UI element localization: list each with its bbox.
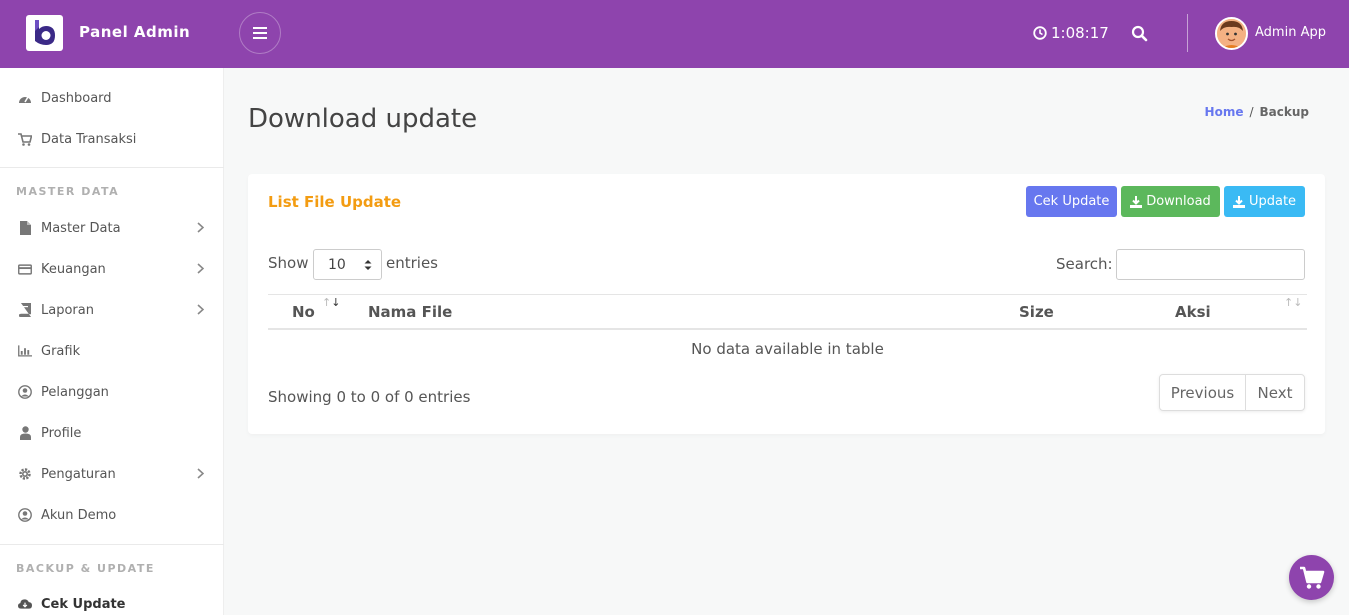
select-arrows-icon (364, 260, 372, 270)
card-title: List File Update (268, 193, 402, 211)
sidebar-item-grafik[interactable]: Grafik (0, 335, 224, 367)
table-header: No ↑↓ Nama File Size Aksi ↑↓ (268, 294, 1307, 330)
sidebar-item-pelanggan[interactable]: Pelanggan (0, 376, 224, 408)
sidebar-item-pengaturan[interactable]: Pengaturan (0, 458, 224, 490)
sidebar-item-label: Pelanggan (41, 384, 109, 400)
header-divider (1187, 14, 1188, 52)
breadcrumb-home-link[interactable]: Home (1205, 105, 1244, 119)
previous-page-button[interactable]: Previous (1160, 375, 1246, 410)
show-label: Show (268, 254, 309, 272)
breadcrumb: Home / Backup (1205, 105, 1309, 119)
sidebar-item-cek-update[interactable]: Cek Update (0, 588, 224, 615)
sidebar-item-akun-demo[interactable]: Akun Demo (0, 499, 224, 531)
column-header-no[interactable]: No (292, 303, 315, 321)
page-length-select[interactable]: 10 (313, 249, 382, 280)
cart-fab-button[interactable] (1289, 555, 1334, 600)
empty-table-message: No data available in table (691, 340, 884, 358)
clock-time: 1:08:17 (1051, 24, 1109, 42)
credit-card-icon (18, 262, 32, 276)
button-label: Download (1146, 194, 1211, 209)
button-label: Cek Update (1033, 194, 1110, 209)
sidebar-item-laporan[interactable]: Laporan (0, 294, 224, 326)
menu-toggle-button[interactable] (239, 12, 281, 54)
column-header-aksi[interactable]: Aksi (1175, 303, 1211, 321)
sidebar-item-profile[interactable]: Profile (0, 417, 224, 449)
sidebar-section-backup: BACKUP & UPDATE (16, 562, 155, 575)
search-label: Search: (1056, 255, 1113, 273)
user-name[interactable]: Admin App (1255, 25, 1326, 40)
chevron-right-icon (197, 468, 204, 479)
sidebar-item-label: Keuangan (41, 261, 106, 277)
download-icon (1232, 195, 1245, 208)
file-table: No ↑↓ Nama File Size Aksi ↑↓ No data ava… (268, 294, 1307, 368)
file-update-card: List File Update Cek Update Download Upd… (248, 174, 1325, 434)
brand-logo[interactable] (26, 15, 63, 51)
chevron-right-icon (197, 263, 204, 274)
avatar[interactable] (1215, 17, 1248, 50)
sidebar-item-label: Grafik (41, 343, 81, 359)
sidebar-item-data-transaksi[interactable]: Data Transaksi (0, 123, 224, 155)
sidebar-item-label: Pengaturan (41, 466, 116, 482)
user-circle-icon (18, 508, 32, 522)
chevron-right-icon (197, 222, 204, 233)
search-button[interactable] (1131, 25, 1148, 46)
hamburger-icon (253, 27, 267, 39)
table-info: Showing 0 to 0 of 0 entries (268, 388, 471, 406)
sidebar-item-label: Cek Update (41, 596, 126, 612)
sidebar-section-master: MASTER DATA (16, 185, 120, 198)
breadcrumb-current: Backup (1259, 105, 1309, 119)
next-page-button[interactable]: Next (1246, 375, 1304, 410)
chevron-right-icon (197, 304, 204, 315)
sidebar-item-dashboard[interactable]: Dashboard (0, 82, 224, 114)
book-icon (18, 303, 32, 317)
sidebar-divider (0, 544, 224, 545)
clock-icon (1033, 26, 1047, 40)
top-navbar: Panel Admin 1:08:17 Admin App (0, 0, 1349, 68)
download-button[interactable]: Download (1121, 186, 1220, 217)
entries-label: entries (386, 254, 438, 272)
download-icon (1130, 195, 1143, 208)
sidebar-item-label: Profile (41, 425, 82, 441)
dashboard-icon (18, 91, 32, 105)
brand-name: Panel Admin (79, 23, 191, 41)
user-icon (18, 426, 32, 440)
sidebar: Dashboard Data Transaksi MASTER DATA Mas… (0, 68, 224, 615)
table-search-input[interactable] (1116, 249, 1305, 280)
sidebar-item-label: Laporan (41, 302, 94, 318)
pagination: Previous Next (1159, 374, 1305, 411)
user-circle-icon (18, 385, 32, 399)
sidebar-item-keuangan[interactable]: Keuangan (0, 253, 224, 285)
sidebar-item-label: Akun Demo (41, 507, 117, 523)
button-label: Update (1248, 194, 1297, 209)
cloud-download-icon (18, 597, 32, 611)
sort-icon: ↑↓ (322, 296, 341, 309)
bar-chart-icon (18, 344, 32, 358)
cart-icon (1299, 566, 1324, 589)
file-icon (18, 221, 32, 235)
sidebar-item-master-data[interactable]: Master Data (0, 212, 224, 244)
breadcrumb-separator: / (1249, 105, 1254, 119)
gear-icon (18, 467, 32, 481)
page-title: Download update (248, 104, 478, 134)
column-header-size[interactable]: Size (1019, 303, 1054, 321)
sidebar-divider (0, 167, 224, 168)
page-length-value: 10 (328, 256, 346, 273)
sidebar-item-label: Dashboard (41, 90, 112, 106)
sort-icon: ↑↓ (1284, 296, 1303, 309)
cek-update-button[interactable]: Cek Update (1026, 186, 1117, 217)
update-button[interactable]: Update (1224, 186, 1305, 217)
column-header-nama-file[interactable]: Nama File (368, 303, 452, 321)
sidebar-item-label: Master Data (41, 220, 121, 236)
search-icon (1131, 25, 1148, 42)
cart-icon (18, 132, 32, 146)
sidebar-item-label: Data Transaksi (41, 131, 137, 147)
clock: 1:08:17 (1033, 24, 1109, 42)
